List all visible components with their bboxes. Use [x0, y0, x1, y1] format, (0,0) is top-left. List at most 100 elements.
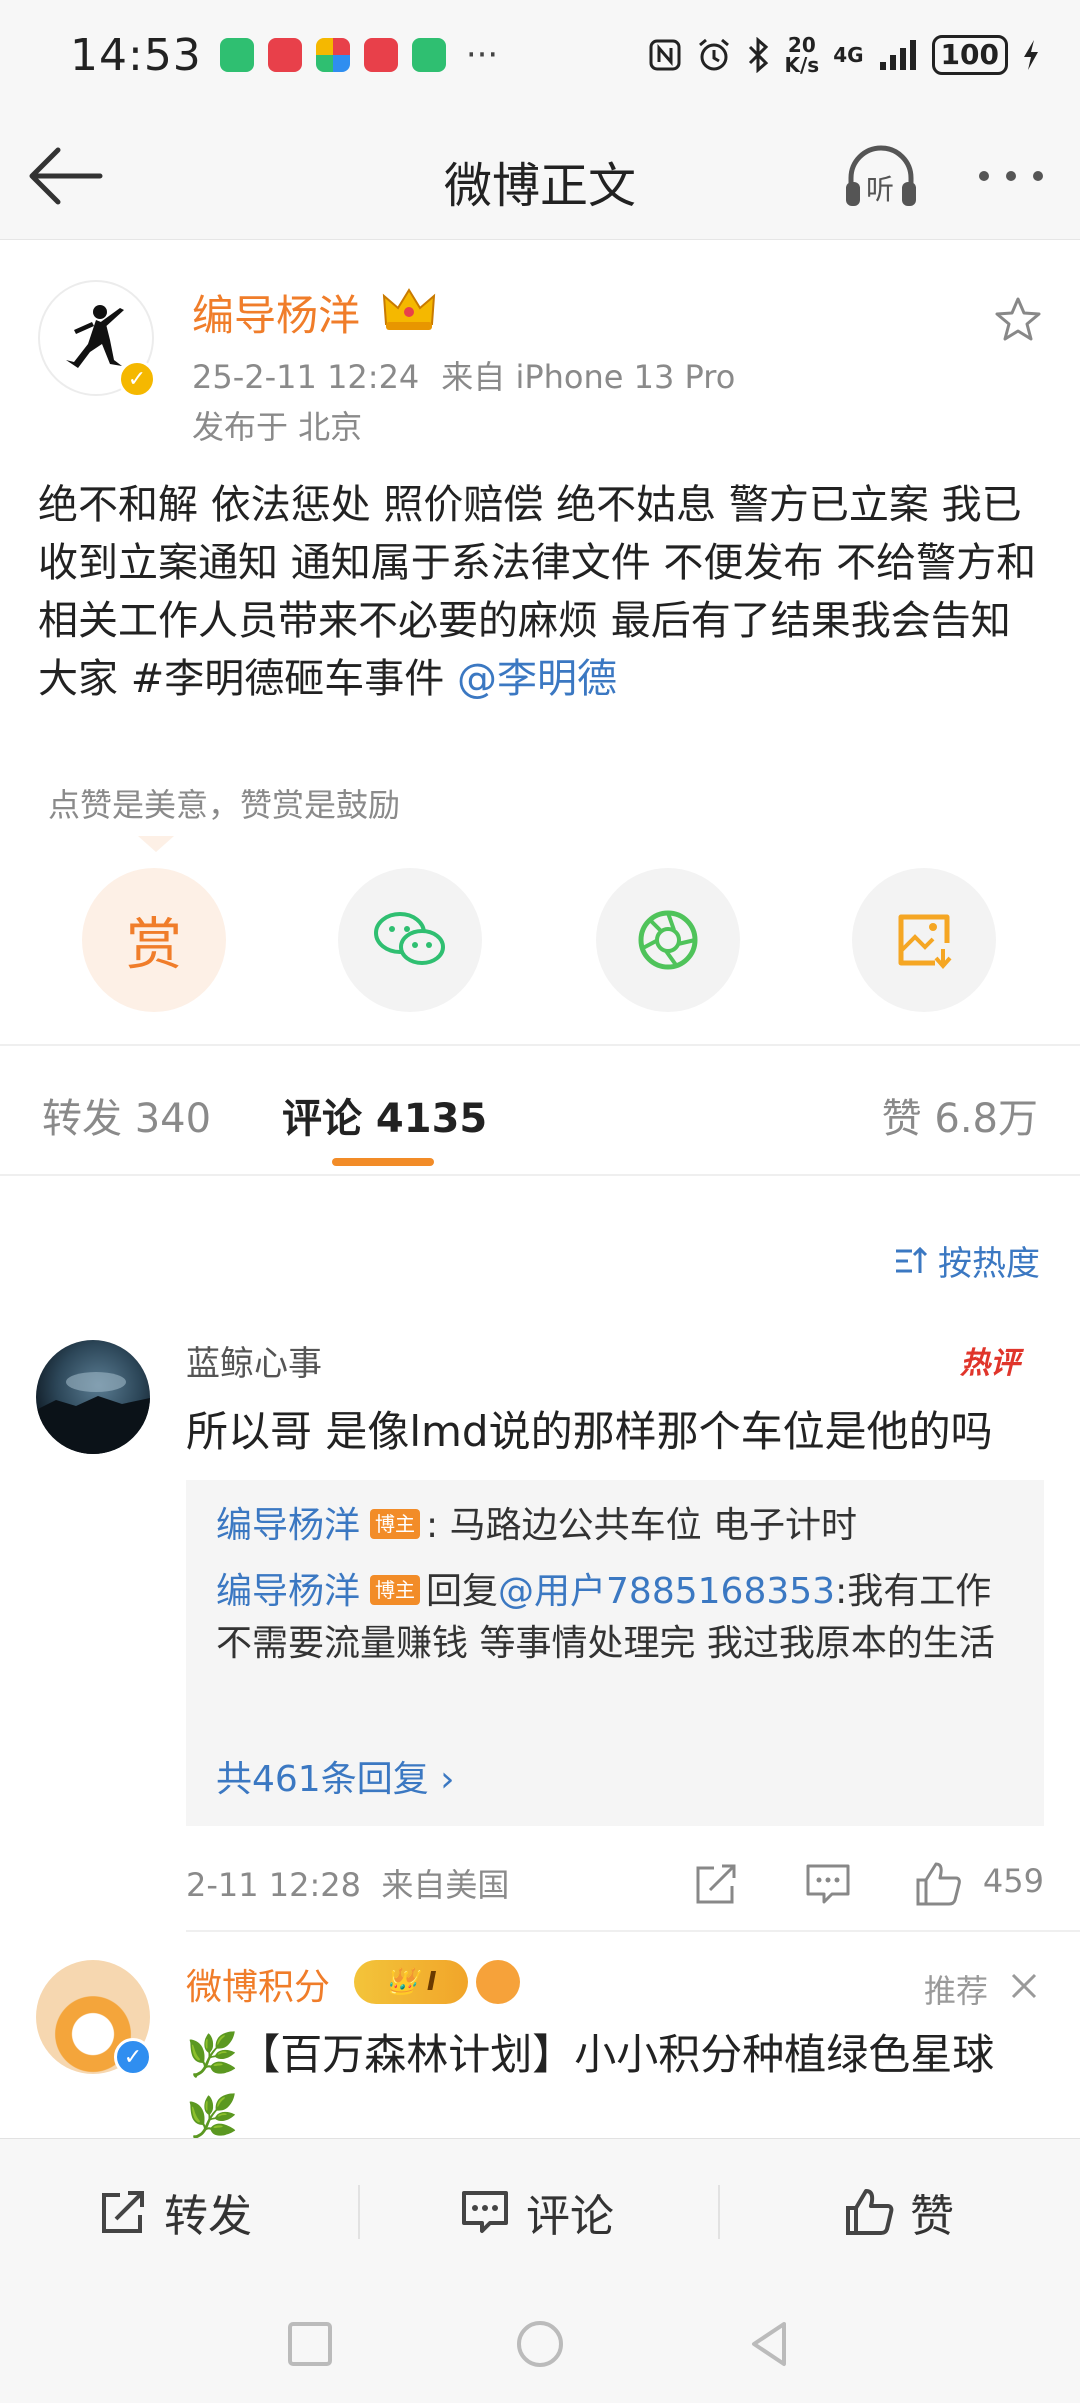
app-notification-icon — [315, 38, 350, 72]
hot-comment-badge: 热评 — [960, 1346, 1020, 1381]
wechat-icon — [374, 912, 445, 965]
favorite-star-icon[interactable] — [992, 294, 1044, 346]
crown-badge-icon — [382, 288, 436, 330]
like-icon — [846, 2189, 894, 2235]
nfc-icon — [649, 39, 681, 71]
listen-label: 听 — [866, 173, 895, 206]
post-date: 25-2-11 12:24 — [192, 358, 420, 396]
author-name[interactable]: 编导杨洋 — [192, 282, 360, 343]
repost-button[interactable]: 转发 — [98, 2139, 252, 2285]
author-badge: 博主 — [370, 1509, 421, 1539]
active-tab-indicator — [332, 1158, 434, 1166]
comment-like-icon[interactable] — [914, 1860, 962, 1908]
charging-icon — [1024, 40, 1038, 70]
save-image-button[interactable] — [852, 868, 996, 1012]
signal-icon — [879, 40, 916, 70]
like-button[interactable]: 赞 — [844, 2139, 954, 2285]
status-time: 14:53 — [70, 29, 202, 81]
post-body: 绝不和解 依法惩处 照价赔偿 绝不姑息 警方已立案 我已收到立案通知 通知属于系… — [38, 476, 1048, 708]
weibo-points-avatar[interactable]: ✓ — [36, 1960, 152, 2076]
share-moments-button[interactable] — [596, 868, 740, 1012]
reply-author[interactable]: 编导杨洋 — [216, 1571, 360, 1612]
tip-caret — [138, 836, 174, 852]
pufferfish-badge-icon — [476, 1960, 520, 2004]
repost-label: 转发 — [164, 2191, 252, 2242]
reply-item: 编导杨洋 博主 回复@用户7885168353:我有工作 不需要流量赚钱 等事情处理… — [216, 1566, 1026, 1670]
verified-badge: ✓ — [118, 360, 156, 398]
commenter-name[interactable]: 蓝鲸心事 — [186, 1336, 322, 1385]
home-icon[interactable] — [510, 2314, 570, 2374]
comment-share-icon[interactable] — [692, 1860, 740, 1908]
reply-text: : 马路边公共车位 电子计时 — [426, 1505, 858, 1546]
comment-footer: 2-11 12:28 来自美国 459 — [186, 1860, 1044, 1910]
reply-item: 编导杨洋 博主: 马路边公共车位 电子计时 — [216, 1500, 1026, 1552]
recommended-account-name[interactable]: 微博积分 — [186, 1958, 330, 2010]
comment-text: 所以哥 是像lmd说的那样那个车位是他的吗 — [186, 1407, 993, 1456]
tab-likes[interactable]: 赞 6.8万 — [882, 1086, 1038, 1144]
alarm-icon — [699, 38, 730, 71]
system-navigation-bar — [0, 2284, 1080, 2403]
comment-time: 2-11 12:28 来自美国 — [186, 1866, 510, 1904]
reward-label: 赏 — [126, 912, 182, 978]
tab-comments[interactable]: 评论 4135 — [282, 1086, 487, 1144]
reply-preview-box[interactable]: 编导杨洋 博主: 马路边公共车位 电子计时 编导杨洋 博主 回复@用户78851683… — [186, 1480, 1044, 1826]
post-mention[interactable]: @李明德 — [457, 656, 617, 702]
like-label: 赞 — [910, 2191, 954, 2242]
system-indicators: 20 K/s 4G 100 — [648, 35, 1040, 75]
sort-icon — [896, 1246, 928, 1273]
close-icon[interactable] — [1010, 1972, 1038, 2000]
more-options-icon[interactable] — [976, 166, 1046, 186]
recent-apps-icon[interactable] — [280, 2314, 340, 2374]
listen-button[interactable]: 听 — [842, 142, 920, 212]
post-location: 发布于 北京 — [192, 408, 363, 446]
comment-like-count: 459 — [982, 1862, 1044, 1900]
comment-icon — [462, 2191, 508, 2233]
bar-separator — [358, 2185, 360, 2239]
status-more: ··· — [465, 35, 499, 75]
tab-repost[interactable]: 转发 340 — [42, 1086, 211, 1144]
bottom-action-bar: 转发 评论 赞 — [0, 2138, 1080, 2284]
comment-label: 评论 — [526, 2191, 614, 2242]
post-meta: 25-2-11 12:24 来自 iPhone 13 Pro — [192, 352, 735, 398]
commenter-avatar[interactable] — [36, 1340, 150, 1454]
app-notification-icon — [363, 38, 398, 72]
sort-by-hot-button[interactable]: 按热度 — [894, 1236, 1040, 1285]
reply-mention[interactable]: @用户7885168353 — [498, 1571, 835, 1612]
comment-reply-icon[interactable] — [804, 1860, 852, 1908]
sort-label: 按热度 — [938, 1244, 1040, 1284]
save-image-icon — [898, 914, 952, 970]
app-notification-icon — [267, 38, 302, 72]
recommend-label: 推荐 — [924, 1972, 989, 2010]
top-nav-bar: 微博正文 听 — [0, 110, 1080, 240]
recommended-badges: 👑 I — [354, 1960, 520, 2004]
comment-divider — [186, 1930, 1080, 1932]
moments-shutter-icon — [638, 910, 698, 970]
view-all-replies-link[interactable]: 共461条回复 › — [216, 1750, 455, 1802]
share-wechat-button[interactable] — [338, 868, 482, 1012]
bar-separator — [718, 2185, 720, 2239]
share-row: 赏 — [0, 868, 1080, 1018]
network-speed: 20 K/s — [784, 33, 820, 77]
verified-badge: ✓ — [114, 2038, 152, 2076]
app-notification-icon — [411, 38, 446, 72]
reward-tip: 点赞是美意，赞赏是鼓励 — [48, 786, 401, 824]
network-type: 4G — [833, 43, 864, 67]
level-badge: 👑 I — [354, 1960, 468, 2004]
reply-prefix: 回复 — [426, 1571, 499, 1612]
author-badge: 博主 — [370, 1575, 421, 1605]
reward-button[interactable]: 赏 — [82, 868, 226, 1012]
landscape-avatar-image — [36, 1372, 150, 1454]
post-source: 来自 iPhone 13 Pro — [441, 358, 736, 396]
comment-button[interactable]: 评论 — [460, 2139, 614, 2285]
notification-icons: ··· — [219, 35, 499, 75]
reply-author[interactable]: 编导杨洋 — [216, 1505, 360, 1546]
back-nav-icon[interactable] — [740, 2314, 800, 2374]
battery-indicator: 100 — [931, 35, 1008, 75]
author-avatar[interactable]: ✓ — [38, 280, 156, 398]
recommended-post-text: 🌿【百万森林计划】小小积分种植绿色星球🌿 — [186, 2030, 995, 2141]
repost-icon — [102, 2191, 144, 2233]
post-tabs: 转发 340 评论 4135 赞 6.8万 — [0, 1046, 1080, 1176]
app-notification-icon — [219, 38, 254, 72]
bluetooth-icon — [749, 37, 769, 73]
status-bar: 14:53 ··· 20 K/s 4G 100 — [0, 0, 1080, 110]
